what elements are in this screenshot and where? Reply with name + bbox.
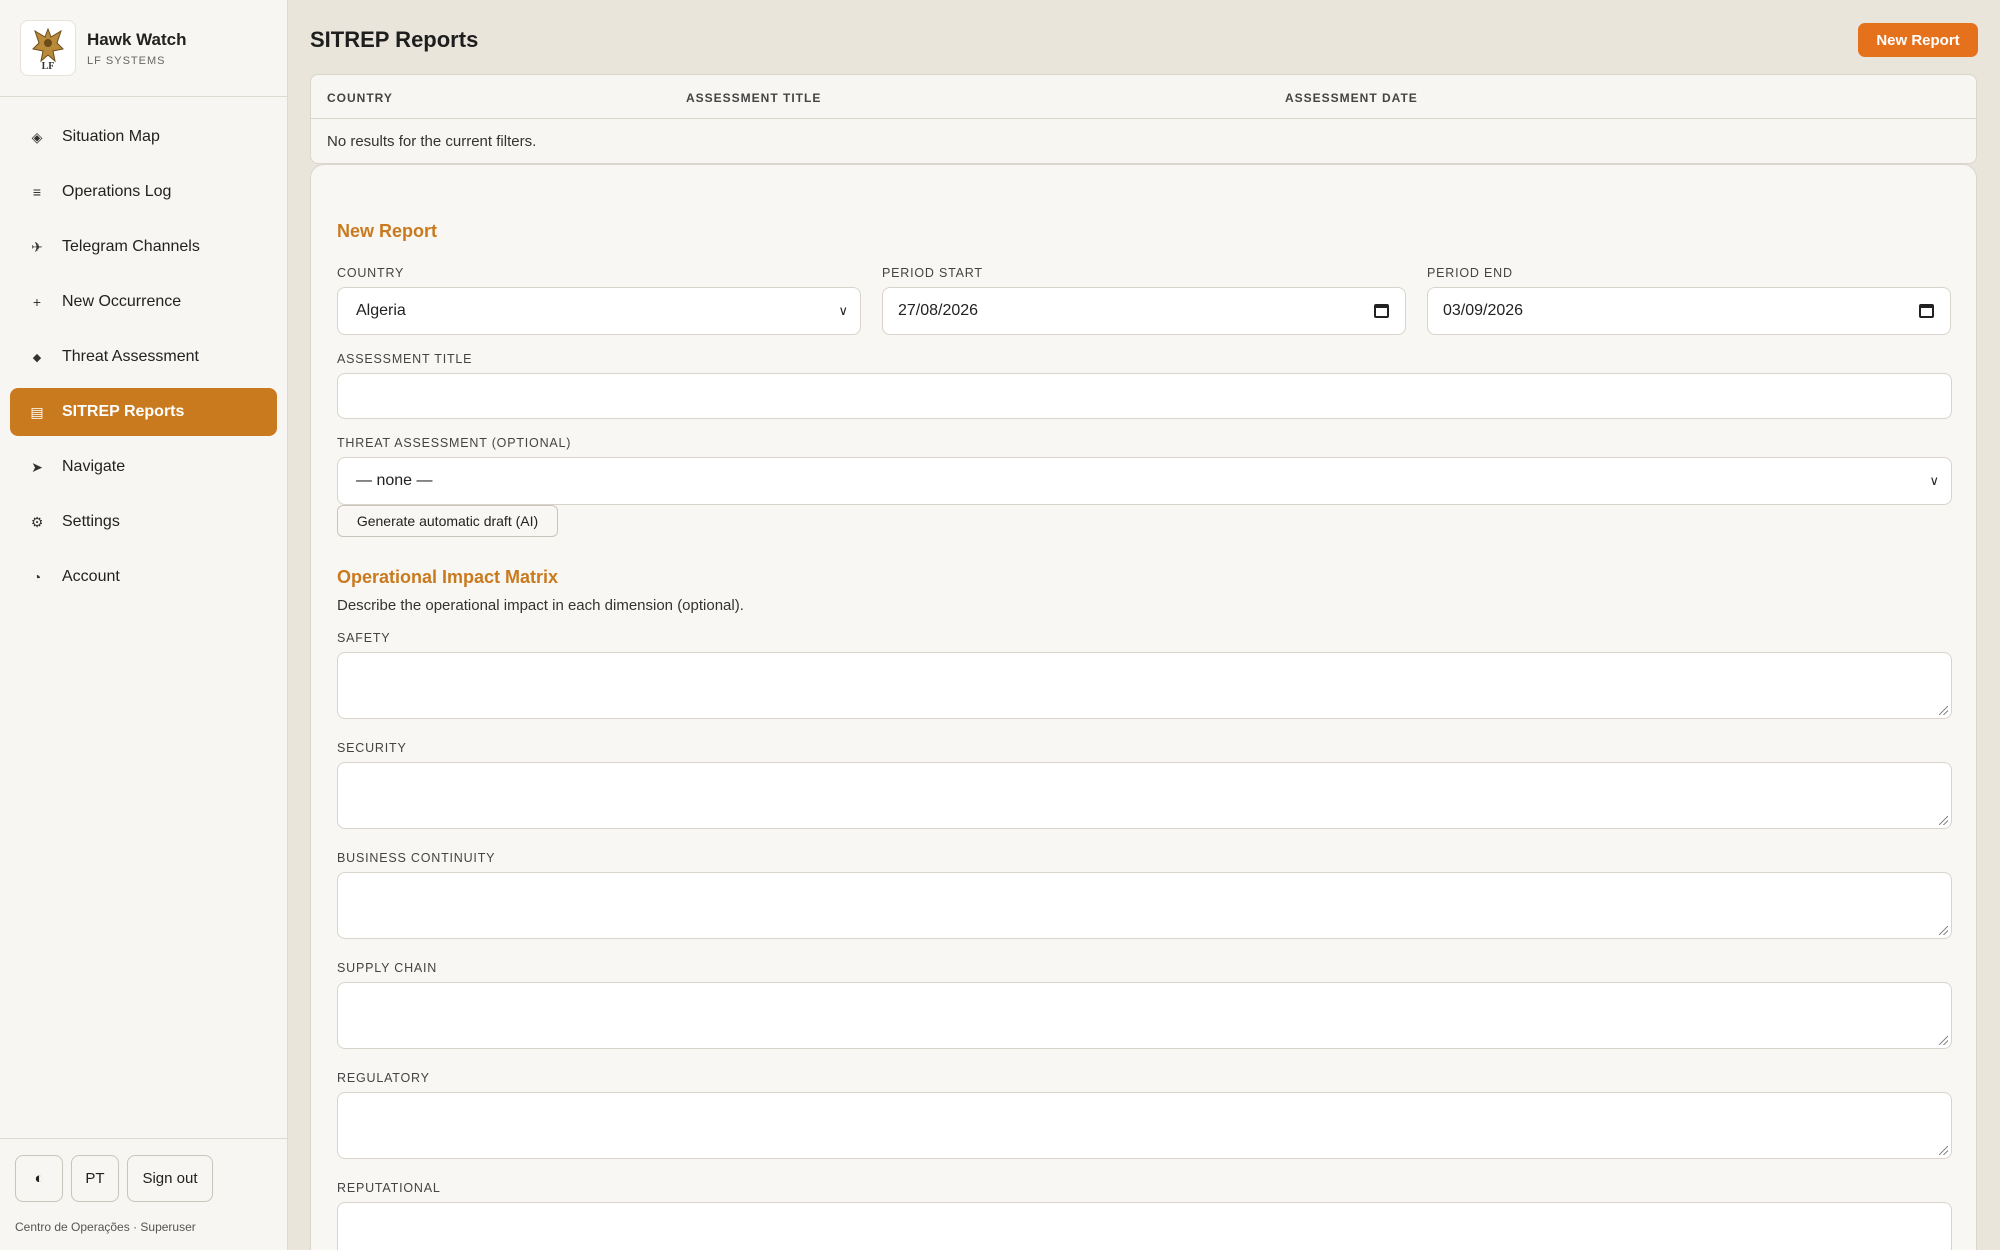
threat-assessment-value: — none — (356, 472, 433, 489)
brand[interactable]: LF Hawk Watch LF SYSTEMS (0, 0, 287, 97)
regulatory-label: REGULATORY (337, 1071, 430, 1085)
country-value: Algeria (356, 302, 406, 319)
resize-grip-icon[interactable] (1939, 926, 1948, 935)
impact-matrix-title: Operational Impact Matrix (337, 567, 559, 587)
arrow-icon: ➤ (31, 458, 43, 475)
business-continuity-label: BUSINESS CONTINUITY (337, 851, 496, 865)
sidebar-item-threat-assessment[interactable]: ◆ Threat Assessment (10, 333, 277, 381)
reputational-label: REPUTATIONAL (337, 1181, 441, 1195)
sidebar-item-label: Telegram Channels (62, 238, 200, 255)
supply-chain-label: SUPPLY CHAIN (337, 961, 438, 975)
sidebar-item-label: Account (62, 568, 120, 585)
generate-ai-draft-button[interactable]: Generate automatic draft (AI) (337, 505, 558, 537)
list-icon: ≡ (32, 184, 42, 200)
safety-textarea[interactable] (337, 652, 1952, 719)
sidebar-item-label: Settings (62, 513, 120, 530)
plane-icon: ✈ (31, 238, 43, 255)
assessment-title-label: ASSESSMENT TITLE (337, 352, 473, 366)
sidebar-item-label: Navigate (62, 458, 126, 475)
security-textarea[interactable] (337, 762, 1952, 829)
safety-label: SAFETY (337, 631, 391, 645)
diamond-map-icon: ◈ (31, 128, 43, 145)
footer-status: Centro de Operações · Superuser (15, 1220, 196, 1234)
sidebar-item-account[interactable]: ◔ Account (10, 553, 277, 601)
supply-chain-textarea[interactable] (337, 982, 1952, 1049)
sidebar-item-telegram-channels[interactable]: ✈ Telegram Channels (10, 223, 277, 271)
calendar-icon[interactable] (1919, 304, 1934, 318)
business-continuity-textarea[interactable] (337, 872, 1952, 939)
period-start-input[interactable]: 27/08/2026 (882, 287, 1406, 335)
impact-matrix-description: Describe the operational impact in each … (337, 597, 744, 614)
plus-icon: + (32, 294, 42, 310)
contrast-icon: ◐ (34, 1170, 44, 1187)
sidebar-item-label: Operations Log (62, 183, 172, 200)
empty-state-message: No results for the current filters. (327, 133, 537, 150)
reputational-textarea[interactable] (337, 1202, 1952, 1250)
period-end-value: 03/09/2026 (1443, 302, 1524, 319)
language-button[interactable]: PT (71, 1155, 119, 1202)
reports-table: COUNTRY ASSESSMENT TITLE ASSESSMENT DATE… (310, 74, 1977, 164)
new-report-form: New Report COUNTRY Algeria ∨ PERIOD STAR… (310, 164, 1977, 1250)
period-end-label: PERIOD END (1427, 266, 1513, 280)
resize-grip-icon[interactable] (1939, 706, 1948, 715)
sidebar: LF Hawk Watch LF SYSTEMS ◈ Situation Map… (0, 0, 288, 1250)
gear-icon: ⚙ (30, 513, 44, 530)
table-header: COUNTRY ASSESSMENT TITLE ASSESSMENT DATE (311, 75, 1976, 119)
threat-assessment-select[interactable]: — none — ∨ (337, 457, 1952, 505)
sidebar-item-label: Situation Map (62, 128, 160, 145)
threat-assessment-label: THREAT ASSESSMENT (OPTIONAL) (337, 436, 572, 450)
chevron-down-icon: ∨ (1929, 473, 1939, 488)
form-title: New Report (337, 221, 438, 241)
sidebar-item-new-occurrence[interactable]: + New Occurrence (10, 278, 277, 326)
sidebar-item-sitrep-reports[interactable]: ▤ SITREP Reports (10, 388, 277, 436)
period-end-input[interactable]: 03/09/2026 (1427, 287, 1951, 335)
chevron-down-icon: ∨ (838, 303, 848, 318)
calendar-icon[interactable] (1374, 304, 1389, 318)
column-header-country[interactable]: COUNTRY (327, 91, 393, 105)
sidebar-item-situation-map[interactable]: ◈ Situation Map (10, 113, 277, 161)
regulatory-textarea[interactable] (337, 1092, 1952, 1159)
resize-grip-icon[interactable] (1939, 816, 1948, 825)
sidebar-item-label: Threat Assessment (62, 348, 199, 365)
resize-grip-icon[interactable] (1939, 1146, 1948, 1155)
column-header-assessment-title[interactable]: ASSESSMENT TITLE (686, 91, 821, 105)
assessment-title-input[interactable] (337, 373, 1952, 419)
hawk-crest-logo: LF (20, 20, 76, 76)
sidebar-item-label: SITREP Reports (62, 403, 185, 420)
period-start-label: PERIOD START (882, 266, 983, 280)
security-label: SECURITY (337, 741, 407, 755)
diamond-icon: ◆ (32, 351, 42, 364)
sidebar-footer: ◐ PT Sign out Centro de Operações · Supe… (0, 1138, 287, 1250)
resize-grip-icon[interactable] (1939, 1036, 1948, 1045)
sidebar-item-navigate[interactable]: ➤ Navigate (10, 443, 277, 491)
sidebar-nav: ◈ Situation Map ≡ Operations Log ✈ Teleg… (10, 113, 277, 608)
svg-text:LF: LF (42, 61, 55, 72)
new-report-button[interactable]: New Report (1858, 23, 1978, 57)
brand-subtitle: LF SYSTEMS (87, 54, 166, 67)
sidebar-item-label: New Occurrence (62, 293, 182, 310)
theme-toggle-button[interactable]: ◐ (15, 1155, 63, 1202)
brand-title: Hawk Watch (87, 29, 187, 49)
sign-out-button[interactable]: Sign out (127, 1155, 213, 1202)
country-select[interactable]: Algeria ∨ (337, 287, 861, 335)
country-label: COUNTRY (337, 266, 405, 280)
page-title: SITREP Reports (310, 27, 479, 52)
sidebar-item-operations-log[interactable]: ≡ Operations Log (10, 168, 277, 216)
column-header-assessment-date[interactable]: ASSESSMENT DATE (1285, 91, 1418, 105)
period-start-value: 27/08/2026 (898, 302, 979, 319)
sidebar-item-settings[interactable]: ⚙ Settings (10, 498, 277, 546)
account-icon: ◔ (32, 569, 42, 585)
report-icon: ▤ (30, 403, 44, 420)
